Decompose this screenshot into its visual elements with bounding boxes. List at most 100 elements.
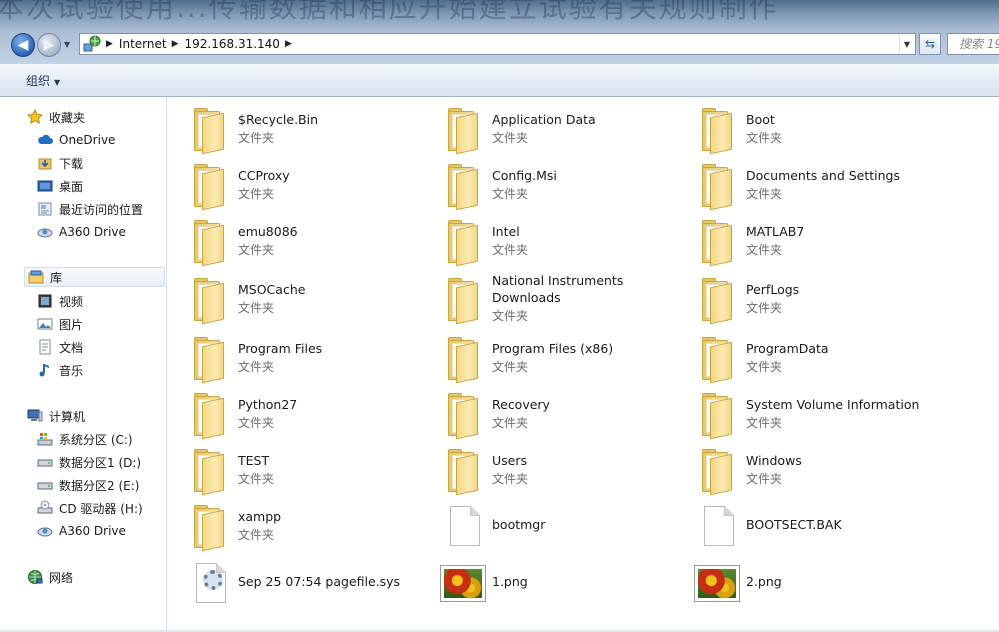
nav-libraries[interactable]: 库 [24, 267, 165, 287]
nav-item-documents[interactable]: 文档 [37, 337, 83, 357]
file-type: 文件夹 [238, 360, 275, 374]
file-item-emu8086[interactable]: emu8086 文件夹 [186, 217, 436, 269]
nav-item-label: 数据分区1 (D:) [59, 455, 142, 470]
nav-item-videos[interactable]: 视频 [37, 291, 83, 311]
file-name: Windows [746, 453, 802, 468]
forward-arrow-icon: ▶ [43, 37, 55, 53]
pictures-icon [37, 318, 53, 330]
file-type: 文件夹 [492, 416, 529, 430]
documents-icon [39, 339, 51, 355]
file-item-users[interactable]: Users 文件夹 [440, 446, 690, 498]
file-name: Intel [492, 224, 520, 239]
file-name: xampp [238, 509, 282, 524]
file-item-bootsect-bak[interactable]: BOOTSECT.BAK [694, 504, 944, 556]
file-item-pagefile-sys[interactable]: Sep 25 07:54 pagefile.sys [186, 561, 436, 613]
file-item-recycle-bin[interactable]: $Recycle.Bin 文件夹 [186, 105, 436, 157]
file-item-xampp[interactable]: xampp 文件夹 [186, 502, 436, 554]
nav-item-a360-drive[interactable]: A360 Drive [37, 222, 126, 242]
file-name: Boot [746, 112, 775, 127]
back-button[interactable]: ◀ [11, 33, 35, 57]
nav-computer[interactable]: 计算机 [27, 406, 85, 426]
address-bar[interactable]: ▶ Internet ▶ 192.168.31.140 ▶ ▼ [79, 33, 916, 55]
file-item-1-png[interactable]: 1.png [440, 563, 690, 615]
nav-item-recent-places[interactable]: 最近访问的位置 [37, 199, 143, 219]
library-icon [28, 270, 44, 284]
folder-icon [186, 217, 234, 267]
file-item-recovery[interactable]: Recovery 文件夹 [440, 390, 690, 442]
file-type: 文件夹 [746, 131, 783, 145]
title-address-bar: 本次试验使用...传输数据和相应开始建立试验有关规则制作 ◀ ▶ ▼ ▶ Int… [0, 0, 999, 64]
file-item-bootmgr[interactable]: bootmgr [440, 504, 690, 556]
music-note-icon [39, 364, 49, 377]
breadcrumb-separator-icon[interactable]: ▶ [172, 39, 179, 49]
nav-item-a360-drive-2[interactable]: A360 Drive [37, 521, 126, 541]
folder-icon [440, 217, 488, 267]
file-item-config-msi[interactable]: Config.Msi 文件夹 [440, 161, 690, 213]
file-item-windows[interactable]: Windows 文件夹 [694, 446, 944, 498]
breadcrumb-internet[interactable]: Internet [119, 37, 167, 51]
breadcrumb-host[interactable]: 192.168.31.140 [185, 37, 280, 51]
nav-item-cd-drive[interactable]: CD 驱动器 (H:) [37, 498, 143, 518]
breadcrumb-separator-icon[interactable]: ▶ [285, 39, 292, 49]
nav-item-drive-c[interactable]: 系统分区 (C:) [37, 429, 133, 449]
file-item-msocache[interactable]: MSOCache 文件夹 [186, 275, 436, 327]
nav-item-pictures[interactable]: 图片 [37, 314, 83, 334]
file-name: 2.png [746, 574, 782, 589]
nav-item-onedrive[interactable]: OneDrive [37, 130, 115, 150]
folder-icon [440, 390, 488, 440]
file-name: ProgramData [746, 341, 829, 356]
nav-item-drive-d[interactable]: 数据分区1 (D:) [37, 452, 141, 472]
file-name: CCProxy [238, 168, 290, 183]
file-name: emu8086 [238, 224, 298, 239]
file-item-documents-and-settings[interactable]: Documents and Settings 文件夹 [694, 161, 944, 213]
network-globe-icon [83, 35, 101, 52]
file-type: 文件夹 [238, 301, 275, 315]
file-name: Program Files (x86) [492, 341, 614, 356]
nav-item-label: 图片 [59, 317, 84, 332]
file-type: 文件夹 [238, 472, 275, 486]
file-item-test[interactable]: TEST 文件夹 [186, 446, 436, 498]
file-item-2-png[interactable]: 2.png [694, 563, 944, 615]
forward-button[interactable]: ▶ [37, 33, 61, 57]
nav-item-desktop[interactable]: 桌面 [37, 176, 83, 196]
folder-icon [694, 105, 742, 155]
organize-button[interactable]: 组织 ▼ [26, 72, 60, 89]
computer-icon [27, 409, 43, 422]
file-item-intel[interactable]: Intel 文件夹 [440, 217, 690, 269]
recent-pages-dropdown[interactable]: ▼ [64, 40, 74, 50]
file-name: BOOTSECT.BAK [746, 517, 842, 532]
address-history-dropdown[interactable]: ▼ [899, 35, 914, 53]
file-item-perflogs[interactable]: PerfLogs 文件夹 [694, 275, 944, 327]
file-type: 文件夹 [746, 360, 783, 374]
file-item-program-files[interactable]: Program Files 文件夹 [186, 334, 436, 386]
nav-item-music[interactable]: 音乐 [37, 360, 83, 380]
file-item-matlab7[interactable]: MATLAB7 文件夹 [694, 217, 944, 269]
file-item-application-data[interactable]: Application Data 文件夹 [440, 105, 690, 157]
nav-network[interactable]: 网络 [27, 567, 73, 587]
folder-icon [186, 446, 234, 496]
refresh-button[interactable]: ⇆ [919, 33, 941, 55]
file-item-programdata[interactable]: ProgramData 文件夹 [694, 334, 944, 386]
nav-favorites-label: 收藏夹 [49, 110, 86, 125]
file-item-program-files-x86[interactable]: Program Files (x86) 文件夹 [440, 334, 690, 386]
download-folder-icon [38, 158, 52, 170]
folder-icon [186, 334, 234, 384]
hard-drive-icon [37, 482, 53, 490]
organize-label: 组织 [26, 74, 51, 88]
file-item-python27[interactable]: Python27 文件夹 [186, 390, 436, 442]
search-input[interactable]: 搜索 19 [947, 33, 999, 55]
file-item-ccproxy[interactable]: CCProxy 文件夹 [186, 161, 436, 213]
nav-item-downloads[interactable]: 下载 [37, 153, 83, 173]
breadcrumb-separator-icon[interactable]: ▶ [106, 39, 113, 49]
file-list-pane: $Recycle.Bin 文件夹 Application Data 文件夹 Bo… [167, 97, 999, 632]
file-name: TEST [238, 453, 270, 468]
file-item-boot[interactable]: Boot 文件夹 [694, 105, 944, 157]
file-type: 文件夹 [492, 472, 529, 486]
file-item-national-instruments-downloads[interactable]: National Instruments Downloads 文件夹 [440, 273, 690, 335]
nav-item-drive-e[interactable]: 数据分区2 (E:) [37, 475, 139, 495]
file-type: 文件夹 [746, 301, 783, 315]
nav-item-label: 数据分区2 (E:) [59, 478, 140, 493]
nav-favorites[interactable]: 收藏夹 [27, 107, 85, 127]
file-item-system-volume-information[interactable]: System Volume Information 文件夹 [694, 390, 944, 442]
nav-item-label: OneDrive [59, 133, 116, 147]
